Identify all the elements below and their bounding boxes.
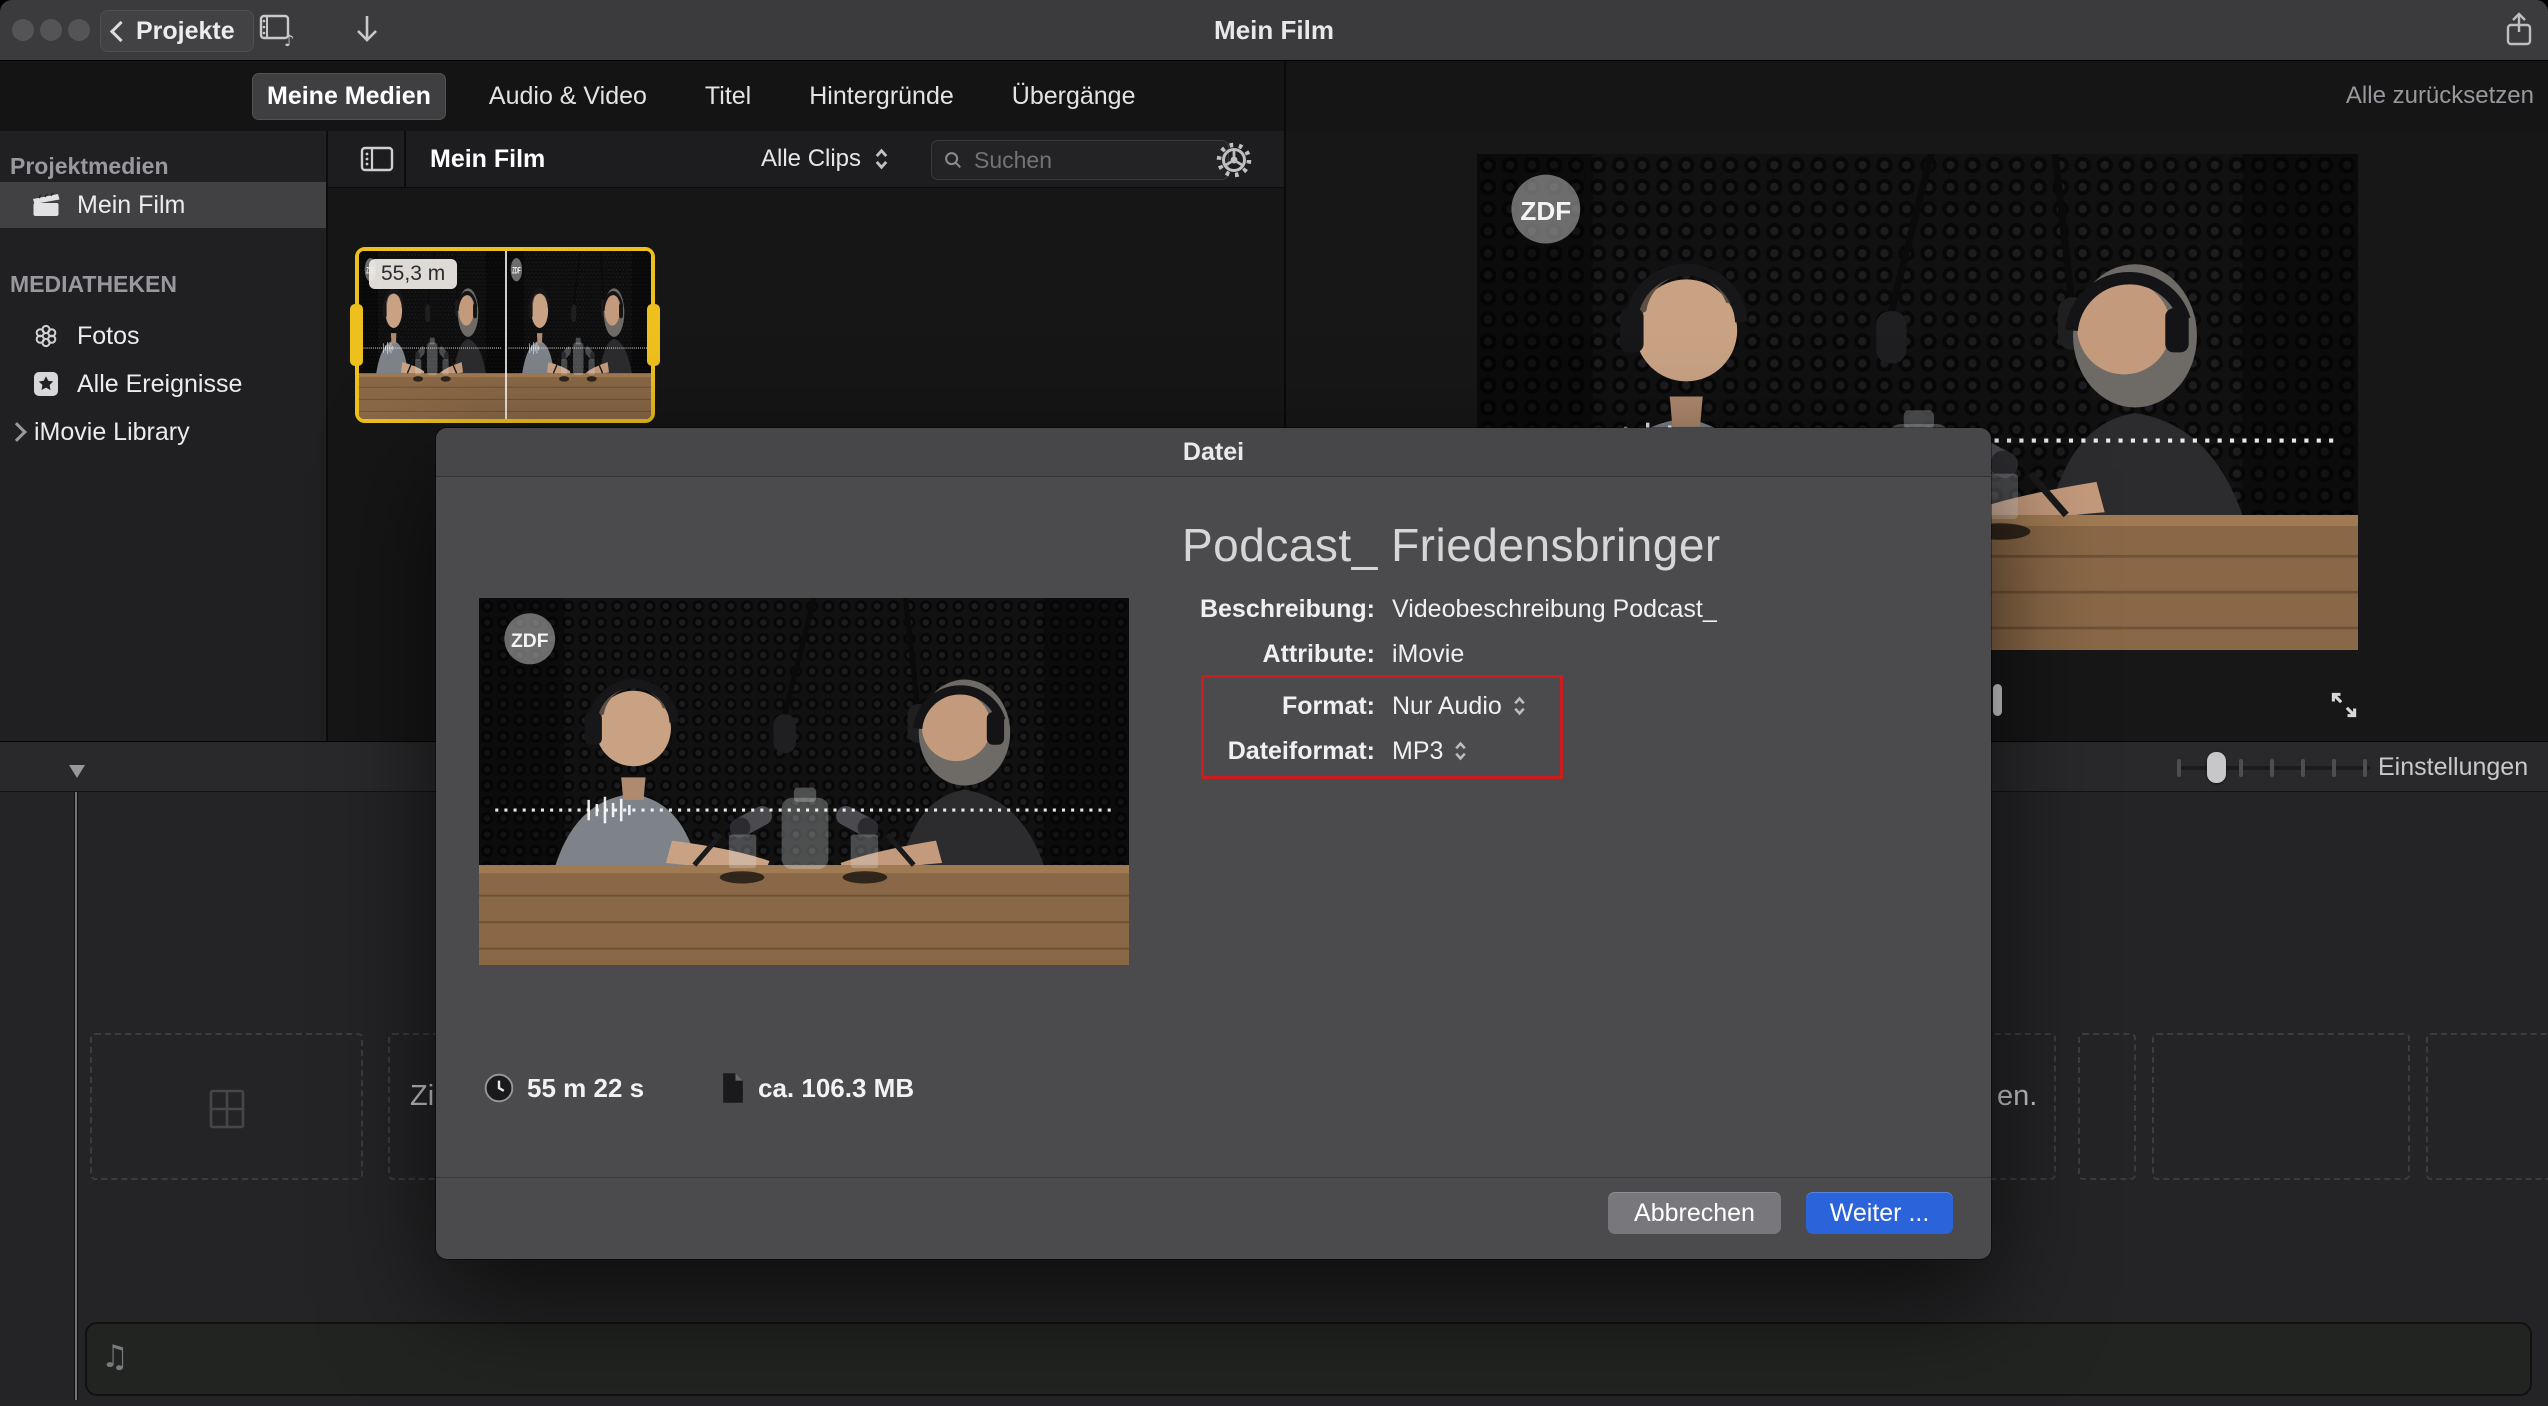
clock-icon (483, 1072, 515, 1104)
chevron-up-down-icon (873, 146, 890, 172)
export-dialog: Datei Podcast_ Friedensbringer Beschreib… (436, 428, 1991, 1259)
header-divider (404, 131, 406, 187)
drop-hint-text-left: Zi (410, 1080, 434, 1113)
libraries-sidebar: Projektmedien Mein Film MEDIATHEKEN (0, 131, 326, 741)
playback-control-partial (1993, 684, 2002, 716)
sidebar-item-fotos[interactable]: Fotos (0, 313, 326, 359)
search-icon (942, 149, 964, 171)
format-highlight-annotation (1201, 675, 1563, 779)
window-titlebar: Mein Film Projekte ♪ (0, 0, 2548, 61)
tab-uebergaenge[interactable]: Übergänge (997, 73, 1151, 120)
duration-info: 55 m 22 s (483, 1072, 644, 1104)
continue-button[interactable]: Weiter ... (1806, 1192, 1953, 1234)
sidebar-item-label: Mein Film (77, 191, 185, 220)
dialog-separator (436, 1177, 1991, 1178)
share-icon[interactable] (2496, 12, 2542, 48)
timeline-placeholder-box (90, 1033, 363, 1180)
clip-filter-label: Alle Clips (761, 145, 861, 173)
playhead-marker[interactable] (69, 765, 85, 778)
drop-hint-text-right: en. (1997, 1080, 2037, 1113)
browser-header: Mein Film Alle Clips (328, 131, 1284, 188)
field-label-attribute: Attribute: (996, 640, 1375, 669)
sidebar-item-alle-ereignisse[interactable]: Alle Ereignisse (0, 361, 326, 407)
timeline-placeholder-box (2078, 1033, 2136, 1180)
clip-filter-popup[interactable]: Alle Clips (761, 131, 890, 187)
trim-handle-right[interactable] (647, 304, 660, 366)
tab-audio-video[interactable]: Audio & Video (474, 73, 662, 120)
tab-hintergruende[interactable]: Hintergründe (794, 73, 969, 120)
slider-thumb[interactable] (2207, 752, 2226, 783)
star-icon (31, 369, 61, 399)
field-label-beschreibung: Beschreibung: (996, 595, 1375, 624)
imovie-window: Mein Film Projekte ♪ (0, 0, 2548, 1406)
disclosure-chevron-icon[interactable] (7, 422, 27, 442)
sidebar-item-label: Fotos (77, 322, 140, 351)
download-arrow-icon[interactable] (344, 12, 390, 48)
sidebar-header-mediatheken: MEDIATHEKEN (10, 271, 177, 298)
sidebar-item-label: Alle Ereignisse (77, 370, 242, 399)
sidebar-item-label: iMovie Library (34, 418, 190, 447)
search-field[interactable] (931, 140, 1229, 180)
tab-meine-medien[interactable]: Meine Medien (252, 73, 446, 120)
fullscreen-expand-icon[interactable] (2324, 689, 2364, 721)
music-note-icon: ♫ (101, 1339, 129, 1375)
back-button-label: Projekte (136, 17, 235, 46)
clip-thumbnail[interactable]: 55,3 m (355, 247, 655, 423)
tab-titel[interactable]: Titel (690, 73, 766, 120)
filesize-info: ca. 106.3 MB (720, 1072, 914, 1104)
browser-settings-gear-icon[interactable] (1212, 140, 1256, 180)
viewer-toolbar: Alle zurücksetzen (1286, 61, 2548, 131)
field-value-beschreibung[interactable]: Videobeschreibung Podcast_ (1392, 595, 1717, 624)
cancel-button[interactable]: Abbrechen (1608, 1192, 1781, 1234)
field-value-attribute: iMovie (1392, 640, 1464, 669)
sidebar-item-imovie-library[interactable]: iMovie Library (0, 409, 326, 455)
timeline-zoom-slider[interactable] (2177, 742, 2370, 793)
photos-icon (31, 321, 61, 351)
chevron-left-icon (110, 21, 131, 42)
playhead-line[interactable] (75, 792, 77, 1400)
media-import-icon[interactable]: ♪ (254, 12, 300, 48)
search-input[interactable] (972, 146, 1176, 175)
file-icon (720, 1072, 746, 1104)
dialog-title: Datei (436, 428, 1991, 477)
svg-text:♪: ♪ (284, 31, 294, 47)
clip-duration-badge: 55,3 m (369, 259, 457, 289)
timeline-placeholder-box (2426, 1033, 2548, 1180)
export-title-field[interactable]: Podcast_ Friedensbringer (1182, 518, 1721, 572)
browser-title: Mein Film (430, 131, 545, 187)
clapperboard-icon (31, 190, 61, 220)
reset-all-button[interactable]: Alle zurücksetzen (2346, 61, 2534, 131)
duration-value: 55 m 22 s (527, 1073, 644, 1104)
sidebar-header-projektmedien: Projektmedien (10, 153, 169, 180)
filesize-value: ca. 106.3 MB (758, 1073, 914, 1104)
sidebar-toggle-icon[interactable] (352, 141, 402, 177)
projects-back-button[interactable]: Projekte (100, 10, 254, 52)
background-music-track[interactable]: ♫ (85, 1322, 2532, 1396)
timeline-placeholder-box (2152, 1033, 2410, 1180)
media-tabstrip: Meine Medien Audio & Video Titel Hinterg… (0, 61, 1284, 131)
sidebar-item-mein-film[interactable]: Mein Film (0, 182, 326, 228)
film-frames-icon (205, 1085, 249, 1133)
settings-button[interactable]: Einstellungen (2378, 742, 2528, 793)
frame-divider (505, 251, 507, 419)
trim-handle-left[interactable] (350, 304, 363, 366)
